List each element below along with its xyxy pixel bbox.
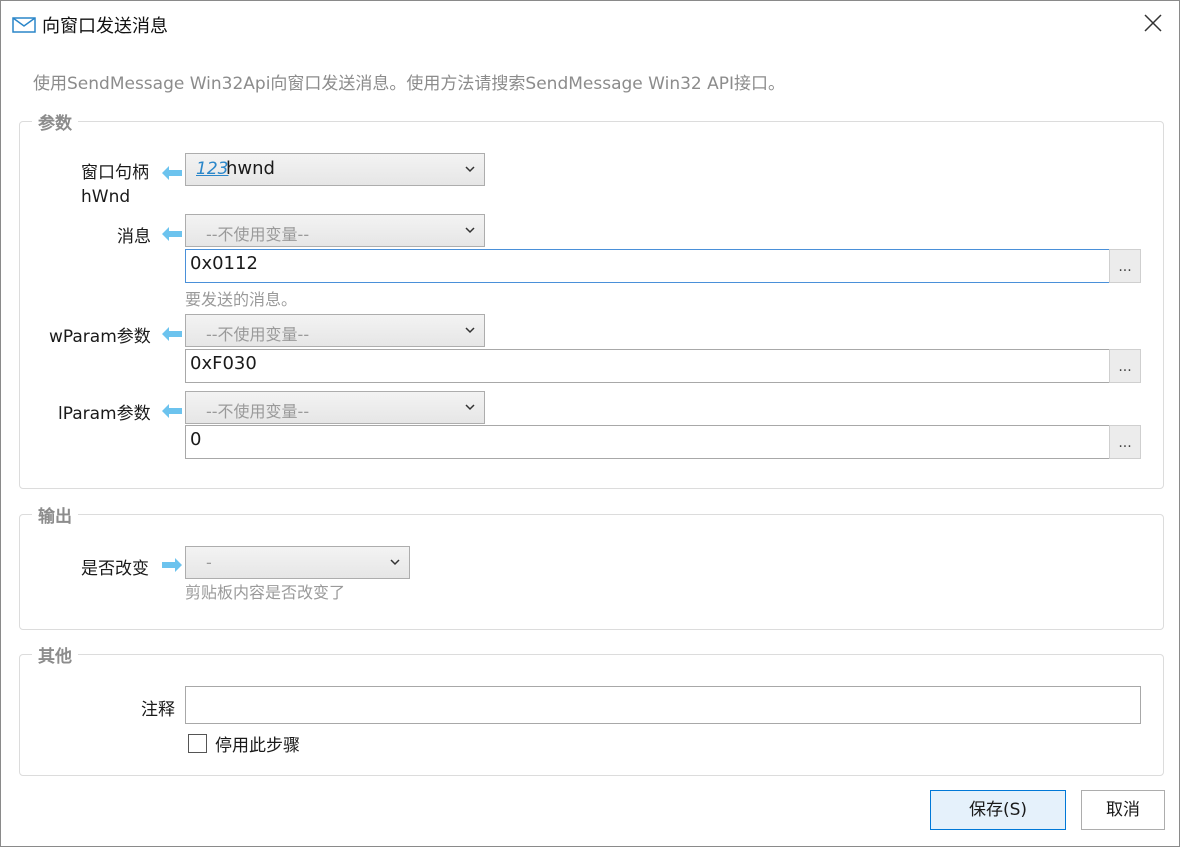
lparam-browse-button[interactable]: ...: [1109, 425, 1141, 459]
wparam-variable-value: --不使用变量--: [206, 325, 310, 344]
lparam-input[interactable]: 0: [185, 425, 1110, 459]
chevron-down-icon: [465, 404, 475, 411]
output-arrow-icon: [162, 558, 182, 572]
input-arrow-icon: [162, 166, 182, 180]
wparam-browse-button[interactable]: ...: [1109, 349, 1141, 383]
hwnd-label: 窗口句柄 hWnd: [81, 161, 149, 209]
input-arrow-icon: [162, 227, 182, 241]
chevron-down-icon: [465, 327, 475, 334]
changed-hint: 剪贴板内容是否改变了: [185, 583, 346, 602]
message-variable-value: --不使用变量--: [206, 225, 310, 244]
hwnd-label-line2: hWnd: [81, 187, 131, 207]
changed-variable-dropdown[interactable]: -: [185, 546, 410, 579]
wparam-input[interactable]: 0xF030: [185, 349, 1110, 383]
wparam-label: wParam参数: [49, 327, 151, 347]
number-variable-icon: 123: [196, 159, 229, 179]
lparam-variable-value: --不使用变量--: [206, 402, 310, 421]
lparam-label: lParam参数: [58, 404, 151, 424]
params-group-title: 参数: [32, 109, 78, 134]
changed-label: 是否改变: [81, 559, 149, 579]
comment-input[interactable]: [185, 686, 1141, 724]
hwnd-label-line1: 窗口句柄: [81, 163, 149, 183]
wparam-variable-dropdown[interactable]: --不使用变量--: [185, 314, 485, 347]
dialog-window: 向窗口发送消息 使用SendMessage Win32Api向窗口发送消息。使用…: [0, 0, 1180, 847]
message-input[interactable]: 0x0112: [185, 249, 1110, 283]
disable-step-checkbox[interactable]: [188, 734, 207, 753]
message-input-value: 0x0112: [190, 253, 258, 274]
wparam-input-value: 0xF030: [190, 353, 257, 374]
message-browse-button[interactable]: ...: [1109, 249, 1141, 283]
changed-variable-value: -: [206, 553, 212, 572]
hwnd-variable-dropdown[interactable]: 123 hwnd: [185, 153, 485, 186]
output-group-title: 输出: [32, 502, 78, 527]
chevron-down-icon: [465, 227, 475, 234]
other-group-title: 其他: [32, 642, 78, 667]
lparam-variable-dropdown[interactable]: --不使用变量--: [185, 391, 485, 424]
chevron-down-icon: [465, 166, 475, 173]
chevron-down-icon: [390, 559, 400, 566]
cancel-button[interactable]: 取消: [1081, 790, 1165, 830]
message-variable-dropdown[interactable]: --不使用变量--: [185, 214, 485, 247]
hwnd-variable-value: hwnd: [226, 158, 275, 179]
title-bar: 向窗口发送消息: [1, 1, 1179, 45]
comment-label: 注释: [141, 700, 175, 720]
envelope-icon: [12, 17, 36, 33]
dialog-description: 使用SendMessage Win32Api向窗口发送消息。使用方法请搜索Sen…: [33, 74, 786, 94]
window-title: 向窗口发送消息: [42, 16, 168, 37]
save-button[interactable]: 保存(S): [930, 790, 1066, 830]
input-arrow-icon: [162, 404, 182, 418]
input-arrow-icon: [162, 327, 182, 341]
close-icon[interactable]: [1141, 11, 1165, 35]
lparam-input-value: 0: [190, 429, 202, 450]
message-hint: 要发送的消息。: [185, 290, 298, 309]
disable-step-label: 停用此步骤: [215, 736, 300, 756]
message-label: 消息: [117, 227, 151, 247]
